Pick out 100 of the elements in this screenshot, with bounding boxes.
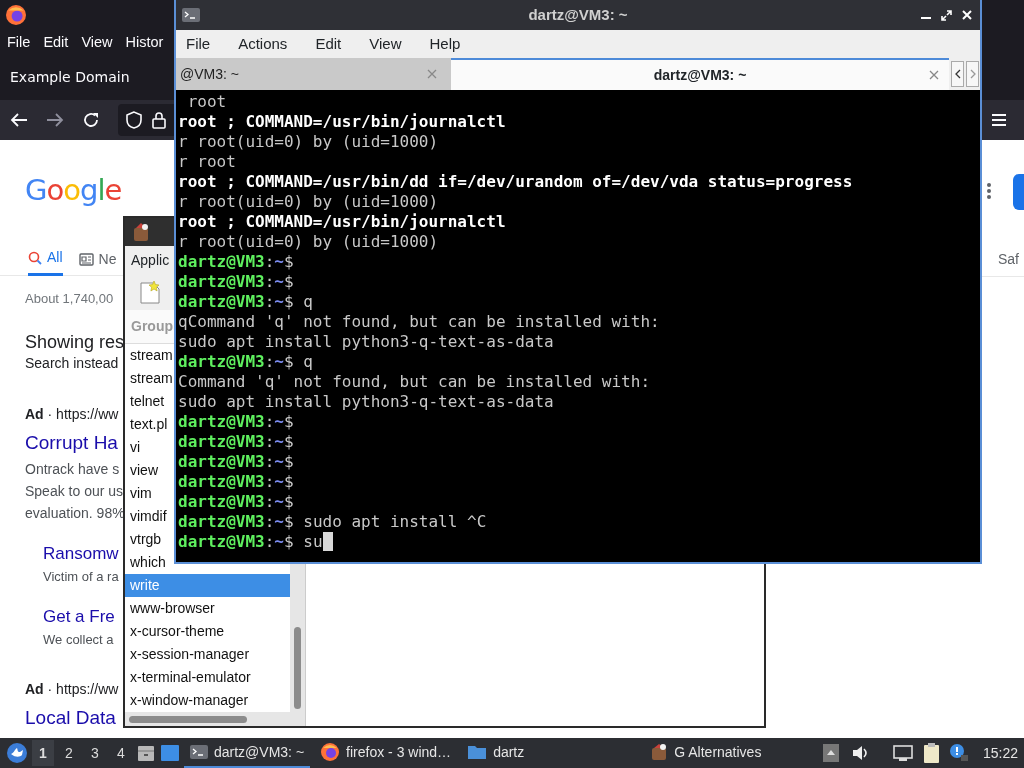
terminal-line: qCommand 'q' not found, but can be installed with: xyxy=(178,312,661,332)
list-item[interactable]: telnet xyxy=(125,390,165,413)
browser-tab[interactable]: Example Domain xyxy=(10,67,130,88)
terminal-line: sudo apt install python3-q-text-as-data xyxy=(178,392,555,412)
notification-icon[interactable] xyxy=(948,743,969,763)
terminal-line: dartz@VM3:~$ xyxy=(178,252,295,272)
terminal-icon xyxy=(182,8,200,22)
workspace-button[interactable]: 2 xyxy=(58,740,80,766)
menu-item[interactable]: Edit xyxy=(43,31,69,54)
menu-item[interactable]: Histor xyxy=(125,31,164,54)
list-item[interactable]: x-cursor-theme xyxy=(125,620,225,643)
menu-item[interactable]: Help xyxy=(429,32,461,56)
ad-url: Ad · https://ww xyxy=(25,404,120,424)
firefox-icon xyxy=(320,742,341,762)
taskbar-button[interactable]: G Alternatives xyxy=(644,738,768,768)
folder-icon xyxy=(467,744,488,760)
start-menu-icon[interactable] xyxy=(6,742,28,764)
chevron-right-icon xyxy=(969,69,976,79)
sitelink-snippet: Victim of a ra xyxy=(42,567,120,586)
terminal-line: dartz@VM3:~$ q xyxy=(178,352,314,372)
result-title-link[interactable]: Local Data xyxy=(25,704,123,733)
firefox-icon xyxy=(5,4,27,26)
taskbar-button[interactable]: dartz@VM3: ~ xyxy=(184,738,311,768)
result-count: About 1,740,00 xyxy=(25,290,115,308)
result-snippet: Ontrack have s xyxy=(25,460,121,479)
search-instead-link[interactable]: Search instead xyxy=(25,352,123,374)
list-item[interactable]: view xyxy=(125,459,158,482)
search-tab[interactable]: Ne xyxy=(78,242,117,276)
sitelink[interactable]: Get a Fre xyxy=(25,604,123,630)
terminal-tab[interactable]: dartz@VM3: ~ xyxy=(451,58,949,90)
list-item[interactable]: stream xyxy=(125,367,173,390)
terminal-line: r root(uid=0) by (uid=1000) xyxy=(178,192,440,212)
shield-icon[interactable] xyxy=(126,111,142,129)
terminal-line: r root(uid=0) by (uid=1000) xyxy=(178,132,440,152)
list-item[interactable]: vim xyxy=(125,482,152,505)
taskbar-button[interactable]: firefox - 3 wind… xyxy=(314,738,458,768)
menu-item[interactable]: File xyxy=(186,32,211,56)
list-item[interactable]: text.pl xyxy=(125,413,168,436)
list-item[interactable]: vtrgb xyxy=(125,528,162,551)
back-icon[interactable] xyxy=(10,112,28,128)
sitelink[interactable]: Ransomw xyxy=(25,541,123,567)
forward-icon[interactable] xyxy=(46,112,64,128)
maximize-icon[interactable] xyxy=(941,9,952,21)
terminal-line: dartz@VM3:~$ xyxy=(178,412,295,432)
clock: 15:22 xyxy=(982,743,1018,763)
app-icon xyxy=(131,222,151,242)
menu-item[interactable]: Applic xyxy=(131,249,170,271)
terminal-line: root ; COMMAND=/usr/bin/dd if=/dev/urandom of=/dev/vda status=progress xyxy=(178,172,854,192)
workspace-button[interactable]: 1 xyxy=(32,740,54,766)
network-icon[interactable] xyxy=(892,744,913,762)
terminal-line: Command 'q' not found, but can be installed with: xyxy=(178,372,651,392)
terminal-line: dartz@VM3:~$ xyxy=(178,432,295,452)
menu-item[interactable]: Edit xyxy=(315,32,342,56)
terminal-icon xyxy=(190,745,208,759)
window-title: dartz@VM3: ~ xyxy=(528,4,628,25)
terminal-line: dartz@VM3:~$ xyxy=(178,452,295,472)
list-item[interactable]: x-terminal-emulator xyxy=(125,666,251,689)
result-title-link[interactable]: Corrupt Ha xyxy=(25,428,123,457)
result-snippet: Speak to our us xyxy=(25,482,123,501)
taskbar-button[interactable]: dartz xyxy=(461,738,531,768)
scrollbar[interactable] xyxy=(125,712,305,726)
terminal-tab[interactable]: @VM3: ~ xyxy=(176,58,451,90)
reload-icon[interactable] xyxy=(82,111,100,129)
sitelink-snippet: We collect a xyxy=(42,630,115,649)
workspace-button[interactable]: 4 xyxy=(110,740,132,766)
google-logo[interactable]: Google xyxy=(25,170,123,210)
file-cabinet-icon[interactable] xyxy=(136,743,156,763)
lock-icon[interactable] xyxy=(152,111,166,129)
scroll-left-button[interactable] xyxy=(951,61,964,87)
more-options-icon[interactable] xyxy=(986,182,992,200)
menu-item[interactable]: File xyxy=(7,31,31,54)
terminal-line: dartz@VM3:~$ q xyxy=(178,292,314,312)
list-item[interactable]: x-session-manager xyxy=(125,643,250,666)
ad-url: Ad · https://ww xyxy=(25,680,120,699)
terminal-line: root ; COMMAND=/usr/bin/journalctl xyxy=(178,112,507,132)
menu-icon[interactable] xyxy=(991,113,1007,127)
list-item[interactable]: vi xyxy=(125,436,141,459)
terminal-line: dartz@VM3:~$ xyxy=(178,272,295,292)
list-item[interactable]: vimdif xyxy=(125,505,167,528)
list-item[interactable]: x-window-manager xyxy=(125,689,249,712)
terminal-line: r root(uid=0) by (uid=1000) xyxy=(178,232,440,252)
workspace-button[interactable]: 3 xyxy=(84,740,106,766)
terminal-line: root ; COMMAND=/usr/bin/journalctl xyxy=(178,212,507,232)
terminal-line: dartz@VM3:~$ sudo apt install ^C xyxy=(178,512,488,532)
window-icon[interactable] xyxy=(160,744,180,762)
list-item[interactable]: stream xyxy=(125,344,173,367)
list-item[interactable]: www-browser xyxy=(125,597,215,620)
terminal-line: dartz@VM3:~$ xyxy=(178,472,295,492)
spelling-notice: Showing res xyxy=(25,330,123,353)
scrollbar-thumb[interactable] xyxy=(294,627,301,709)
menu-item[interactable]: View xyxy=(369,32,402,56)
terminal-line: dartz@VM3:~$ xyxy=(178,492,295,512)
menu-item[interactable]: Actions xyxy=(238,32,288,56)
sign-in-button[interactable] xyxy=(1013,174,1024,210)
clipboard-icon[interactable] xyxy=(922,742,941,764)
list-item[interactable]: which xyxy=(125,551,166,574)
terminal-line: dartz@VM3:~$ su xyxy=(178,532,980,552)
menu-item[interactable]: View xyxy=(81,31,113,54)
search-tab[interactable]: All xyxy=(28,242,63,276)
terminal-line: root xyxy=(186,92,228,112)
